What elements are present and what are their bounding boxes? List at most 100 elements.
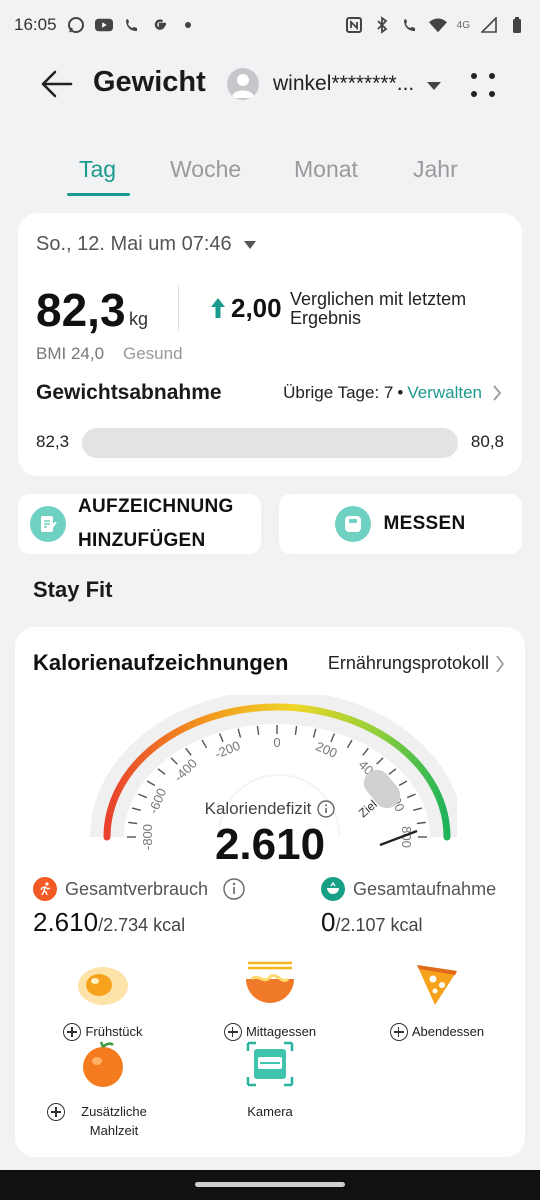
gauge-tick	[406, 793, 416, 799]
burned-total: /2.734 kcal	[98, 915, 186, 935]
gauge-tick	[312, 728, 317, 738]
bmi-status: Gesund	[123, 344, 183, 363]
gauge-tick	[294, 725, 298, 735]
gauge-tick	[138, 793, 148, 799]
chevron-right-icon	[496, 654, 505, 673]
meal-label: Abendessen	[411, 1024, 485, 1039]
intake-label: Gesamtaufnahme	[353, 878, 497, 899]
app-bar: Gewicht winkel********...	[0, 50, 540, 118]
measure-label: MESSEN	[383, 513, 466, 534]
burned-value: 2.610	[33, 907, 99, 937]
measure-button[interactable]: MESSEN	[279, 494, 522, 554]
account-name[interactable]: winkel********...	[273, 72, 414, 96]
bowl-icon	[321, 877, 345, 901]
note-edit-icon	[30, 506, 66, 542]
gauge-tick	[146, 780, 156, 787]
weight-change-label: Verglichen mit letztem Ergebnis	[290, 289, 467, 328]
info-icon[interactable]	[222, 877, 246, 901]
tab-tag[interactable]: Tag	[79, 156, 116, 183]
gauge-tick	[157, 768, 166, 775]
status-time: 16:05	[14, 15, 57, 34]
gauge-tick	[398, 780, 408, 787]
gauge-label: 0	[273, 735, 280, 750]
chevron-down-icon[interactable]	[426, 78, 442, 96]
bmi-value: BMI 24,0	[36, 344, 105, 363]
add-icon	[389, 1023, 408, 1041]
burned-stat: Gesamtverbrauch 2.610/2.734 kcal	[33, 877, 246, 938]
weight-unit: kg	[129, 309, 149, 329]
divider	[178, 286, 179, 330]
gauge-tick	[330, 733, 336, 743]
period-tabs: Tag Woche Monat Jahr	[0, 150, 540, 200]
chevron-right-icon	[493, 385, 502, 401]
tab-woche[interactable]: Woche	[170, 156, 241, 183]
wifi-call-icon	[401, 16, 419, 34]
wifi-call-icon	[123, 16, 141, 34]
gauge-tick	[218, 733, 224, 743]
back-arrow-icon[interactable]	[36, 66, 76, 102]
camera-scan-icon	[246, 1041, 294, 1087]
meal-camera[interactable]: Kamera	[200, 1039, 340, 1121]
deficit-label-row: Kaloriendefizit	[15, 799, 525, 819]
tab-jahr[interactable]: Jahr	[413, 156, 458, 183]
tab-monat[interactable]: Monat	[294, 156, 358, 183]
avatar[interactable]	[227, 68, 259, 100]
days-left: Übrige Tage: 7	[283, 383, 394, 402]
google-icon	[151, 16, 169, 34]
nfc-icon	[345, 16, 363, 34]
meal-snack[interactable]: Zusätzliche Mahlzeit	[33, 1039, 173, 1140]
battery-icon	[508, 16, 526, 34]
home-gesture-bar[interactable]	[195, 1182, 345, 1187]
network-type: 4G	[456, 19, 470, 31]
gauge-tick	[201, 739, 208, 749]
lunch-noodles-icon	[246, 961, 294, 1003]
nutrition-log-link[interactable]: Ernährungsprotokoll	[328, 653, 505, 674]
calories-card: Kalorienaufzeichnungen Ernährungsprotoko…	[15, 627, 525, 1157]
weight-card: So., 12. Mai um 07:46 82,3 kg 2,00 Vergl…	[18, 213, 522, 476]
meal-breakfast[interactable]: Frühstück	[33, 959, 173, 1041]
gauge-tick	[346, 739, 353, 749]
weight-change-value: 2,00	[231, 293, 282, 323]
add-record-button[interactable]: AUFZEICHNUNG HINZUFÜGEN	[18, 494, 261, 554]
intake-stat: Gesamtaufnahme 0/2.107 kcal	[321, 877, 496, 938]
goal-start-value: 82,3	[36, 432, 70, 451]
running-icon	[33, 877, 57, 901]
deficit-label: Kaloriendefizit	[204, 799, 312, 818]
gauge-tick	[362, 747, 369, 756]
calories-title: Kalorienaufzeichnungen	[33, 650, 289, 675]
gauge-tick	[388, 768, 397, 775]
caret-down-icon	[243, 240, 256, 249]
manage-link[interactable]: Verwalten	[407, 383, 482, 403]
date-selector[interactable]: So., 12. Mai um 07:46	[36, 233, 256, 256]
intake-total: /2.107 kcal	[335, 915, 423, 935]
gauge-label: 200	[314, 739, 340, 761]
gauge-tick	[256, 725, 260, 735]
nutrition-log-label: Ernährungsprotokoll	[327, 653, 489, 673]
dot-icon	[179, 16, 197, 34]
wifi-icon	[428, 16, 447, 34]
breakfast-egg-icon	[78, 967, 128, 1005]
gauge-tick	[185, 747, 192, 756]
gauge-tick	[170, 757, 178, 765]
goal-target-value: 80,8	[470, 432, 504, 451]
dinner-pizza-icon	[417, 965, 457, 1005]
section-title: Stay Fit	[33, 577, 113, 602]
goal-title: Gewichtsabnahme	[36, 381, 222, 404]
burned-label: Gesamtverbrauch	[65, 878, 209, 899]
meal-dinner[interactable]: Abendessen	[367, 959, 507, 1041]
add-record-label: AUFZEICHNUNG HINZUFÜGEN	[78, 496, 234, 551]
goal-progress-bar	[82, 428, 458, 458]
gauge-tick	[376, 757, 384, 765]
snack-orange-icon	[83, 1041, 123, 1087]
deficit-value: 2.610	[214, 820, 326, 869]
arrow-up-icon	[211, 298, 225, 323]
page-title: Gewicht	[93, 66, 206, 98]
gauge-label: -400	[171, 756, 200, 785]
signal-icon	[480, 16, 498, 34]
info-icon[interactable]	[317, 800, 336, 818]
more-options-icon[interactable]	[466, 68, 500, 102]
meal-lunch[interactable]: Mittagessen	[200, 959, 340, 1041]
meal-label: Kamera	[247, 1104, 293, 1119]
add-icon	[47, 1103, 65, 1121]
goal-manage[interactable]: Übrige Tage: 7 • Verwalten	[283, 383, 502, 403]
